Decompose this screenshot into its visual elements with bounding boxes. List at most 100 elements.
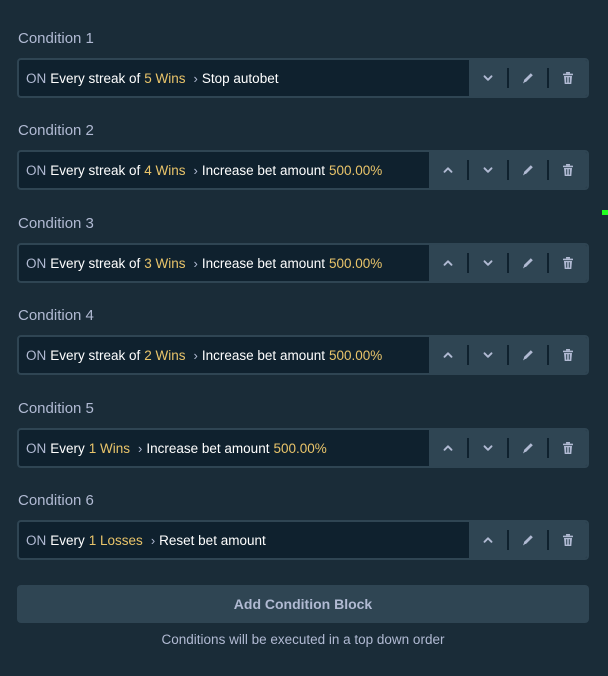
condition-on-label: ON — [26, 347, 47, 363]
condition-count: 1 Losses — [88, 532, 143, 548]
edit-button[interactable] — [509, 430, 547, 466]
condition-amount: 500.00% — [328, 347, 383, 363]
condition-actions — [469, 522, 587, 558]
condition-trigger-label: Every — [50, 440, 85, 456]
pencil-icon — [521, 163, 535, 177]
trash-icon — [561, 533, 575, 547]
chevron-right-icon: › — [150, 532, 156, 548]
condition-summary: ON Every streak of 2 Wins › Increase bet amo… — [19, 337, 429, 373]
trash-icon — [561, 256, 575, 270]
chevron-down-icon — [482, 442, 494, 454]
delete-button[interactable] — [549, 245, 587, 281]
condition-title: Condition 1 — [18, 30, 94, 47]
condition-count: 4 Wins — [144, 162, 186, 178]
condition-count: 1 Wins — [88, 440, 131, 456]
edit-button[interactable] — [509, 60, 547, 96]
condition-block-1: Condition 1 ON Every streak of 5 Wins › Stop … — [17, 30, 589, 98]
condition-row[interactable]: ON Every streak of 3 Wins › Increase bet amo… — [17, 243, 589, 283]
condition-block-5: Condition 5 ON Every 1 Wins › Increase bet am… — [17, 400, 589, 468]
edit-button[interactable] — [509, 522, 547, 558]
condition-actions — [429, 337, 587, 373]
condition-count: 2 Wins — [144, 347, 186, 363]
chevron-right-icon: › — [193, 255, 198, 271]
trash-icon — [561, 348, 575, 362]
condition-amount: 500.00% — [273, 440, 327, 456]
chevron-right-icon: › — [193, 70, 198, 86]
chevron-down-icon — [482, 349, 494, 361]
condition-action: Increase bet amount — [146, 440, 270, 456]
chevron-down-icon — [482, 257, 494, 269]
chevron-down-icon — [482, 72, 494, 84]
condition-row[interactable]: ON Every streak of 4 Wins › Increase bet amo… — [17, 150, 589, 190]
move-up-button[interactable] — [429, 430, 467, 466]
condition-on-label: ON — [26, 162, 47, 178]
condition-action: Reset bet amount — [159, 532, 266, 548]
condition-actions — [429, 152, 587, 188]
condition-count: 3 Wins — [144, 255, 186, 271]
condition-amount: 500.00% — [328, 162, 383, 178]
condition-title: Condition 4 — [18, 307, 94, 324]
move-up-button[interactable] — [429, 245, 467, 281]
pencil-icon — [521, 71, 535, 85]
move-down-button[interactable] — [469, 430, 507, 466]
condition-block-4: Condition 4 ON Every streak of 2 Wins › Incre… — [17, 307, 589, 375]
condition-actions — [469, 60, 587, 96]
delete-button[interactable] — [549, 152, 587, 188]
condition-row[interactable]: ON Every streak of 2 Wins › Increase bet amo… — [17, 335, 589, 375]
condition-trigger-label: Every — [50, 532, 85, 548]
move-down-button[interactable] — [469, 245, 507, 281]
condition-block-2: Condition 2 ON Every streak of 4 Wins › Incre… — [17, 122, 589, 190]
edit-button[interactable] — [509, 152, 547, 188]
move-up-button[interactable] — [429, 152, 467, 188]
move-down-button[interactable] — [469, 60, 507, 96]
chevron-right-icon: › — [193, 347, 198, 363]
pencil-icon — [521, 348, 535, 362]
condition-trigger-label: Every streak of — [50, 70, 141, 86]
condition-row[interactable]: ON Every 1 Wins › Increase bet amount 500.00% — [17, 428, 589, 468]
chevron-up-icon — [442, 257, 454, 269]
pencil-icon — [521, 256, 535, 270]
condition-on-label: ON — [26, 532, 47, 548]
condition-summary: ON Every 1 Losses › Reset bet amount — [19, 522, 469, 558]
condition-amount: 500.00% — [328, 255, 383, 271]
chevron-up-icon — [442, 164, 454, 176]
condition-action: Increase bet amount — [201, 162, 325, 178]
move-down-button[interactable] — [469, 152, 507, 188]
condition-title: Condition 6 — [18, 492, 94, 509]
condition-action: Increase bet amount — [201, 255, 325, 271]
condition-title: Condition 2 — [18, 122, 94, 139]
execution-order-note: Conditions will be executed in a top dow… — [161, 632, 445, 647]
move-up-button[interactable] — [429, 337, 467, 373]
chevron-up-icon — [442, 349, 454, 361]
condition-trigger-label: Every streak of — [50, 255, 141, 271]
delete-button[interactable] — [549, 430, 587, 466]
chevron-right-icon: › — [138, 440, 143, 456]
condition-title: Condition 5 — [18, 400, 94, 417]
condition-trigger-label: Every streak of — [50, 347, 141, 363]
condition-block-3: Condition 3 ON Every streak of 3 Wins › Incre… — [17, 215, 589, 283]
edge-indicator — [602, 210, 608, 215]
condition-actions — [429, 430, 587, 466]
delete-button[interactable] — [549, 60, 587, 96]
edit-button[interactable] — [509, 337, 547, 373]
condition-row[interactable]: ON Every streak of 5 Wins › Stop autobet — [17, 58, 589, 98]
move-down-button[interactable] — [469, 337, 507, 373]
trash-icon — [561, 71, 575, 85]
edit-button[interactable] — [509, 245, 547, 281]
condition-summary: ON Every streak of 4 Wins › Increase bet amo… — [19, 152, 429, 188]
pencil-icon — [521, 441, 535, 455]
trash-icon — [561, 163, 575, 177]
condition-action: Increase bet amount — [201, 347, 325, 363]
add-condition-block-button[interactable]: Add Condition Block — [17, 585, 589, 623]
condition-on-label: ON — [26, 70, 47, 86]
condition-block-6: Condition 6 ON Every 1 Losses › Reset bet amo… — [17, 492, 589, 560]
condition-summary: ON Every streak of 5 Wins › Stop autobet — [19, 60, 469, 96]
conditions-panel: Condition 1 ON Every streak of 5 Wins › Stop … — [0, 0, 608, 676]
condition-row[interactable]: ON Every 1 Losses › Reset bet amount — [17, 520, 589, 560]
move-up-button[interactable] — [469, 522, 507, 558]
chevron-right-icon: › — [193, 162, 198, 178]
delete-button[interactable] — [549, 337, 587, 373]
delete-button[interactable] — [549, 522, 587, 558]
condition-on-label: ON — [26, 440, 47, 456]
trash-icon — [561, 441, 575, 455]
